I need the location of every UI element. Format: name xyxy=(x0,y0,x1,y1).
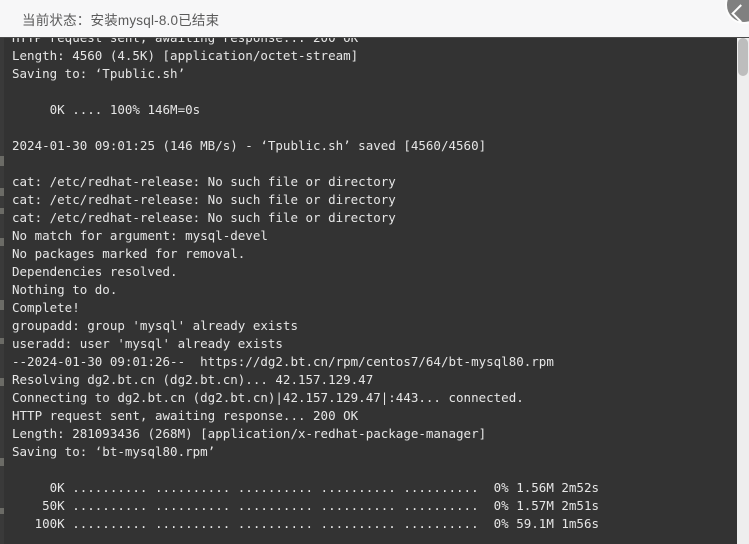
terminal-line: groupadd: group 'mysql' already exists xyxy=(12,318,298,333)
arrow-glyph xyxy=(731,4,749,23)
terminal-line: Connecting to dg2.bt.cn (dg2.bt.cn)|42.1… xyxy=(12,390,524,405)
terminal-line: Saving to: ‘bt-mysql80.rpm’ xyxy=(12,444,216,459)
terminal-line: cat: /etc/redhat-release: No such file o… xyxy=(12,174,396,189)
terminal-line: Dependencies resolved. xyxy=(12,264,178,279)
terminal-line: Nothing to do. xyxy=(12,282,118,297)
page-title: 当前状态：安装mysql-8.0已结束 xyxy=(22,12,220,28)
terminal-line: Resolving dg2.bt.cn (dg2.bt.cn)... 42.15… xyxy=(12,372,374,387)
terminal-line: cat: /etc/redhat-release: No such file o… xyxy=(12,210,396,225)
terminal-line: HTTP request sent, awaiting response... … xyxy=(12,38,737,47)
terminal-line: Length: 281093436 (268M) [application/x-… xyxy=(12,426,487,441)
terminal-line: useradd: user 'mysql' already exists xyxy=(12,336,283,351)
terminal-line: 50K .......... .......... .......... ...… xyxy=(12,498,599,513)
terminal-line: 0K .......... .......... .......... ....… xyxy=(12,480,599,495)
terminal-line: Complete! xyxy=(12,300,80,315)
install-log-window: 当前状态：安装mysql-8.0已结束 HTTP request sent, a… xyxy=(0,0,749,544)
terminal-line: HTTP request sent, awaiting response... … xyxy=(12,408,359,423)
terminal-line: 100K .......... .......... .......... ..… xyxy=(12,516,599,531)
terminal-line: cat: /etc/redhat-release: No such file o… xyxy=(12,192,396,207)
terminal-line: --2024-01-30 09:01:26-- https://dg2.bt.c… xyxy=(12,354,554,369)
terminal-line: 2024-01-30 09:01:25 (146 MB/s) - ‘Tpubli… xyxy=(12,138,487,153)
terminal-line: No match for argument: mysql-devel xyxy=(12,228,268,243)
terminal-panel: HTTP request sent, awaiting response... … xyxy=(0,38,749,544)
terminal-line: 0K .... 100% 146M=0s xyxy=(12,102,201,117)
terminal-output[interactable]: HTTP request sent, awaiting response... … xyxy=(0,38,737,544)
terminal-line: Saving to: ‘Tpublic.sh’ xyxy=(12,66,186,81)
terminal-line: Length: 4560 (4.5K) [application/octet-s… xyxy=(12,48,359,63)
scrollbar-thumb[interactable] xyxy=(738,38,748,76)
status-header: 当前状态：安装mysql-8.0已结束 xyxy=(0,0,749,38)
terminal-line: No packages marked for removal. xyxy=(12,246,246,261)
vertical-scrollbar[interactable] xyxy=(737,38,749,544)
